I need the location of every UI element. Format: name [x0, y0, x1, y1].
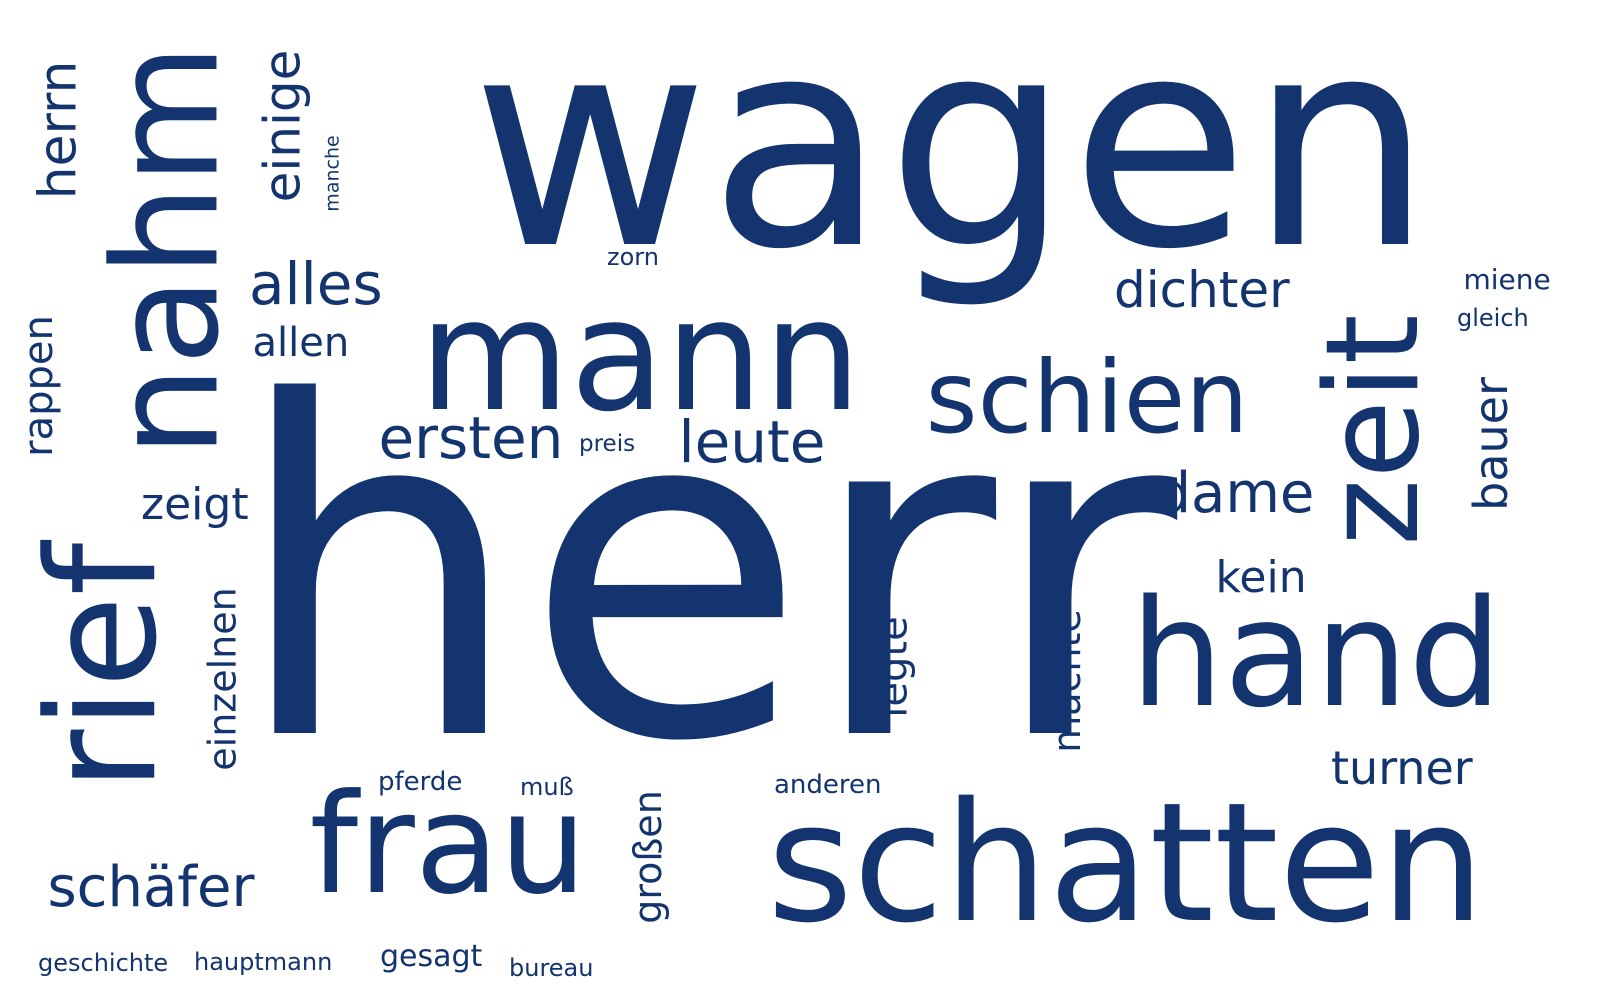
word-einzelnen: einzelnen — [200, 587, 245, 771]
word-preis: preis — [579, 430, 636, 457]
word-einige: einige — [252, 49, 311, 203]
word-rappen: rappen — [15, 315, 62, 457]
word-ersten: ersten — [378, 404, 564, 472]
word-anderen: anderen — [774, 770, 882, 800]
word-alles: alles — [249, 250, 383, 318]
word-geschichte: geschichte — [38, 949, 169, 977]
word-schien: schien — [925, 339, 1249, 456]
word-hauptmann: hauptmann — [194, 948, 333, 976]
word-bureau: bureau — [509, 954, 594, 982]
word-miene: miene — [1463, 263, 1551, 296]
word-manche: manche — [321, 134, 344, 212]
word-nahm: nahm — [82, 43, 252, 457]
word-schatten: schatten — [767, 766, 1485, 959]
word-gesagt: gesagt — [380, 939, 483, 974]
word-rief: rief — [16, 542, 191, 792]
word-leute: leute — [678, 408, 826, 476]
word-bauer: bauer — [1463, 377, 1518, 511]
word-herrn: herrn — [27, 60, 88, 200]
word-hand: hand — [1130, 568, 1503, 740]
word-grossen: großen — [625, 790, 670, 924]
word-turner: turner — [1331, 741, 1473, 795]
word-dichter: dichter — [1114, 261, 1290, 319]
word-kein: kein — [1215, 552, 1307, 603]
word-muss: muß — [520, 773, 574, 801]
word-allen: allen — [252, 320, 350, 366]
word-zeit: zeit — [1298, 314, 1448, 546]
word-zorn: zorn — [607, 243, 659, 271]
word-pferde: pferde — [378, 767, 463, 797]
word-dame: dame — [1155, 461, 1315, 526]
word-gleich: gleich — [1457, 304, 1529, 332]
word-legte: legte — [870, 616, 917, 718]
word-zeigt: zeigt — [141, 479, 249, 530]
word-cloud: wagen herr mann schatten frau hand rief … — [0, 0, 1600, 1000]
word-schaefer: schäfer — [47, 855, 255, 920]
word-machte: machte — [1044, 609, 1089, 753]
